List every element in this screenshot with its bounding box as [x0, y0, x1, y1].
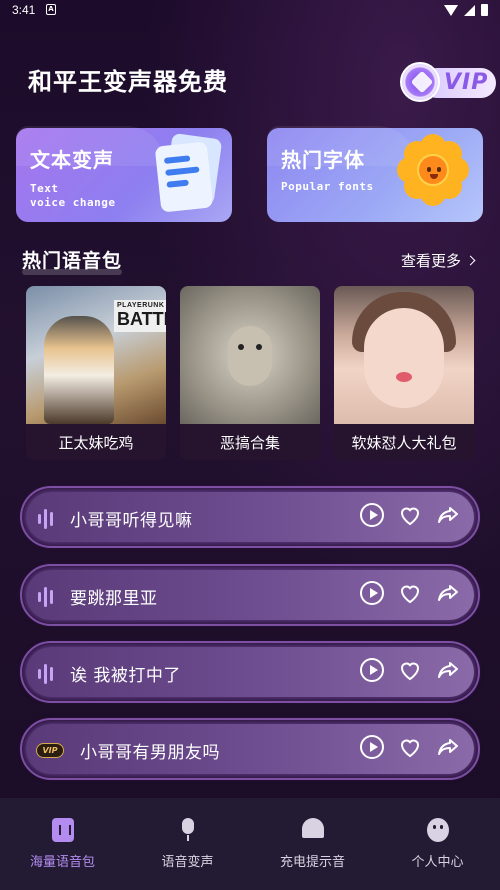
tab-voice-change[interactable]: 语音变声 — [125, 798, 250, 890]
voice-clip-label: 小哥哥有男朋友吗 — [80, 743, 220, 763]
see-more-link[interactable]: 查看更多 — [400, 250, 476, 271]
heart-icon[interactable] — [398, 581, 422, 605]
voice-clip-row[interactable]: VIP 小哥哥有男朋友吗 — [20, 718, 480, 780]
status-time: 3:41 — [12, 3, 36, 17]
heart-icon[interactable] — [398, 503, 422, 527]
document-icon — [154, 132, 223, 214]
voice-pack-card[interactable]: 软妹怼人大礼包 — [334, 286, 474, 460]
share-icon[interactable] — [436, 581, 460, 605]
signal-icon — [464, 4, 475, 16]
status-indicators — [444, 4, 488, 16]
voice-clip-label: 小哥哥听得见嘛 — [70, 511, 193, 531]
play-icon[interactable] — [360, 503, 384, 527]
tab-label: 海量语音包 — [29, 855, 95, 870]
vip-tag: VIP — [36, 743, 64, 758]
smiley-icon — [427, 818, 449, 842]
app-title: 和平王变声器免费 — [28, 68, 228, 96]
heart-icon[interactable] — [398, 735, 422, 759]
tab-charging-sounds[interactable]: 充电提示音 — [250, 798, 375, 890]
see-more-label: 查看更多 — [400, 252, 461, 270]
waveform-icon — [38, 508, 53, 530]
waveform-icon — [38, 586, 53, 608]
voice-clip-row[interactable]: 小哥哥听得见嘛 — [20, 486, 480, 548]
card-title: 热门字体 — [281, 148, 365, 172]
voice-pack-icon — [52, 818, 74, 842]
pack-thumbnail: PLAYERUNK BATTLEG — [26, 286, 166, 424]
heart-icon[interactable] — [398, 658, 422, 682]
pack-thumbnail — [180, 286, 320, 424]
voice-pack-card[interactable]: 恶搞合集 — [180, 286, 320, 460]
voice-clip-label: 要跳那里亚 — [70, 589, 158, 609]
microphone-icon — [182, 818, 194, 841]
tab-label: 个人中心 — [411, 855, 464, 870]
tab-profile[interactable]: 个人中心 — [375, 798, 500, 890]
pack-label: 恶搞合集 — [219, 434, 280, 452]
card-subtitle-line: Text — [30, 182, 59, 195]
play-icon[interactable] — [360, 735, 384, 759]
chevron-right-icon — [465, 255, 476, 266]
notification-icon: A — [46, 4, 56, 15]
bottom-tab-bar: 海量语音包 语音变声 充电提示音 个人中心 — [0, 798, 500, 890]
tab-label: 充电提示音 — [279, 855, 345, 870]
voice-clip-row[interactable]: 要跳那里亚 — [20, 564, 480, 626]
voice-clip-row[interactable]: 诶 我被打中了 — [20, 641, 480, 703]
share-icon[interactable] — [436, 735, 460, 759]
pack-label: 软妹怼人大礼包 — [351, 434, 457, 452]
play-icon[interactable] — [360, 581, 384, 605]
voice-clip-label: 诶 我被打中了 — [70, 666, 181, 686]
card-subtitle: Text voice change — [30, 182, 115, 210]
popular-fonts-card[interactable]: 热门字体 Popular fonts — [267, 126, 483, 222]
waveform-icon — [38, 663, 53, 685]
bell-icon — [302, 818, 324, 838]
hot-packs-title: 热门语音包 — [22, 246, 123, 275]
card-title: 文本变声 — [30, 148, 114, 172]
vip-gem-icon — [400, 62, 440, 102]
sunflower-icon — [397, 134, 469, 206]
card-subtitle-line: voice change — [30, 196, 116, 209]
tab-label: 语音变声 — [161, 855, 214, 870]
pack-label: 正太妹吃鸡 — [58, 434, 134, 452]
text-voice-change-card[interactable]: 文本变声 Text voice change — [16, 126, 232, 222]
pack-thumb-logo: PLAYERUNK BATTLEG — [114, 300, 166, 332]
share-icon[interactable] — [436, 658, 460, 682]
vip-button[interactable]: VIP — [400, 62, 496, 102]
voice-pack-card[interactable]: PLAYERUNK BATTLEG 正太妹吃鸡 — [26, 286, 166, 460]
card-subtitle: Popular fonts — [281, 180, 374, 193]
battery-icon — [481, 4, 488, 16]
play-icon[interactable] — [360, 658, 384, 682]
vip-label: VIP — [444, 70, 489, 95]
share-icon[interactable] — [436, 503, 460, 527]
pack-thumbnail — [334, 286, 474, 424]
tab-voice-packs[interactable]: 海量语音包 — [0, 798, 125, 890]
wifi-icon — [444, 4, 458, 16]
status-bar: 3:41 A — [0, 0, 500, 22]
